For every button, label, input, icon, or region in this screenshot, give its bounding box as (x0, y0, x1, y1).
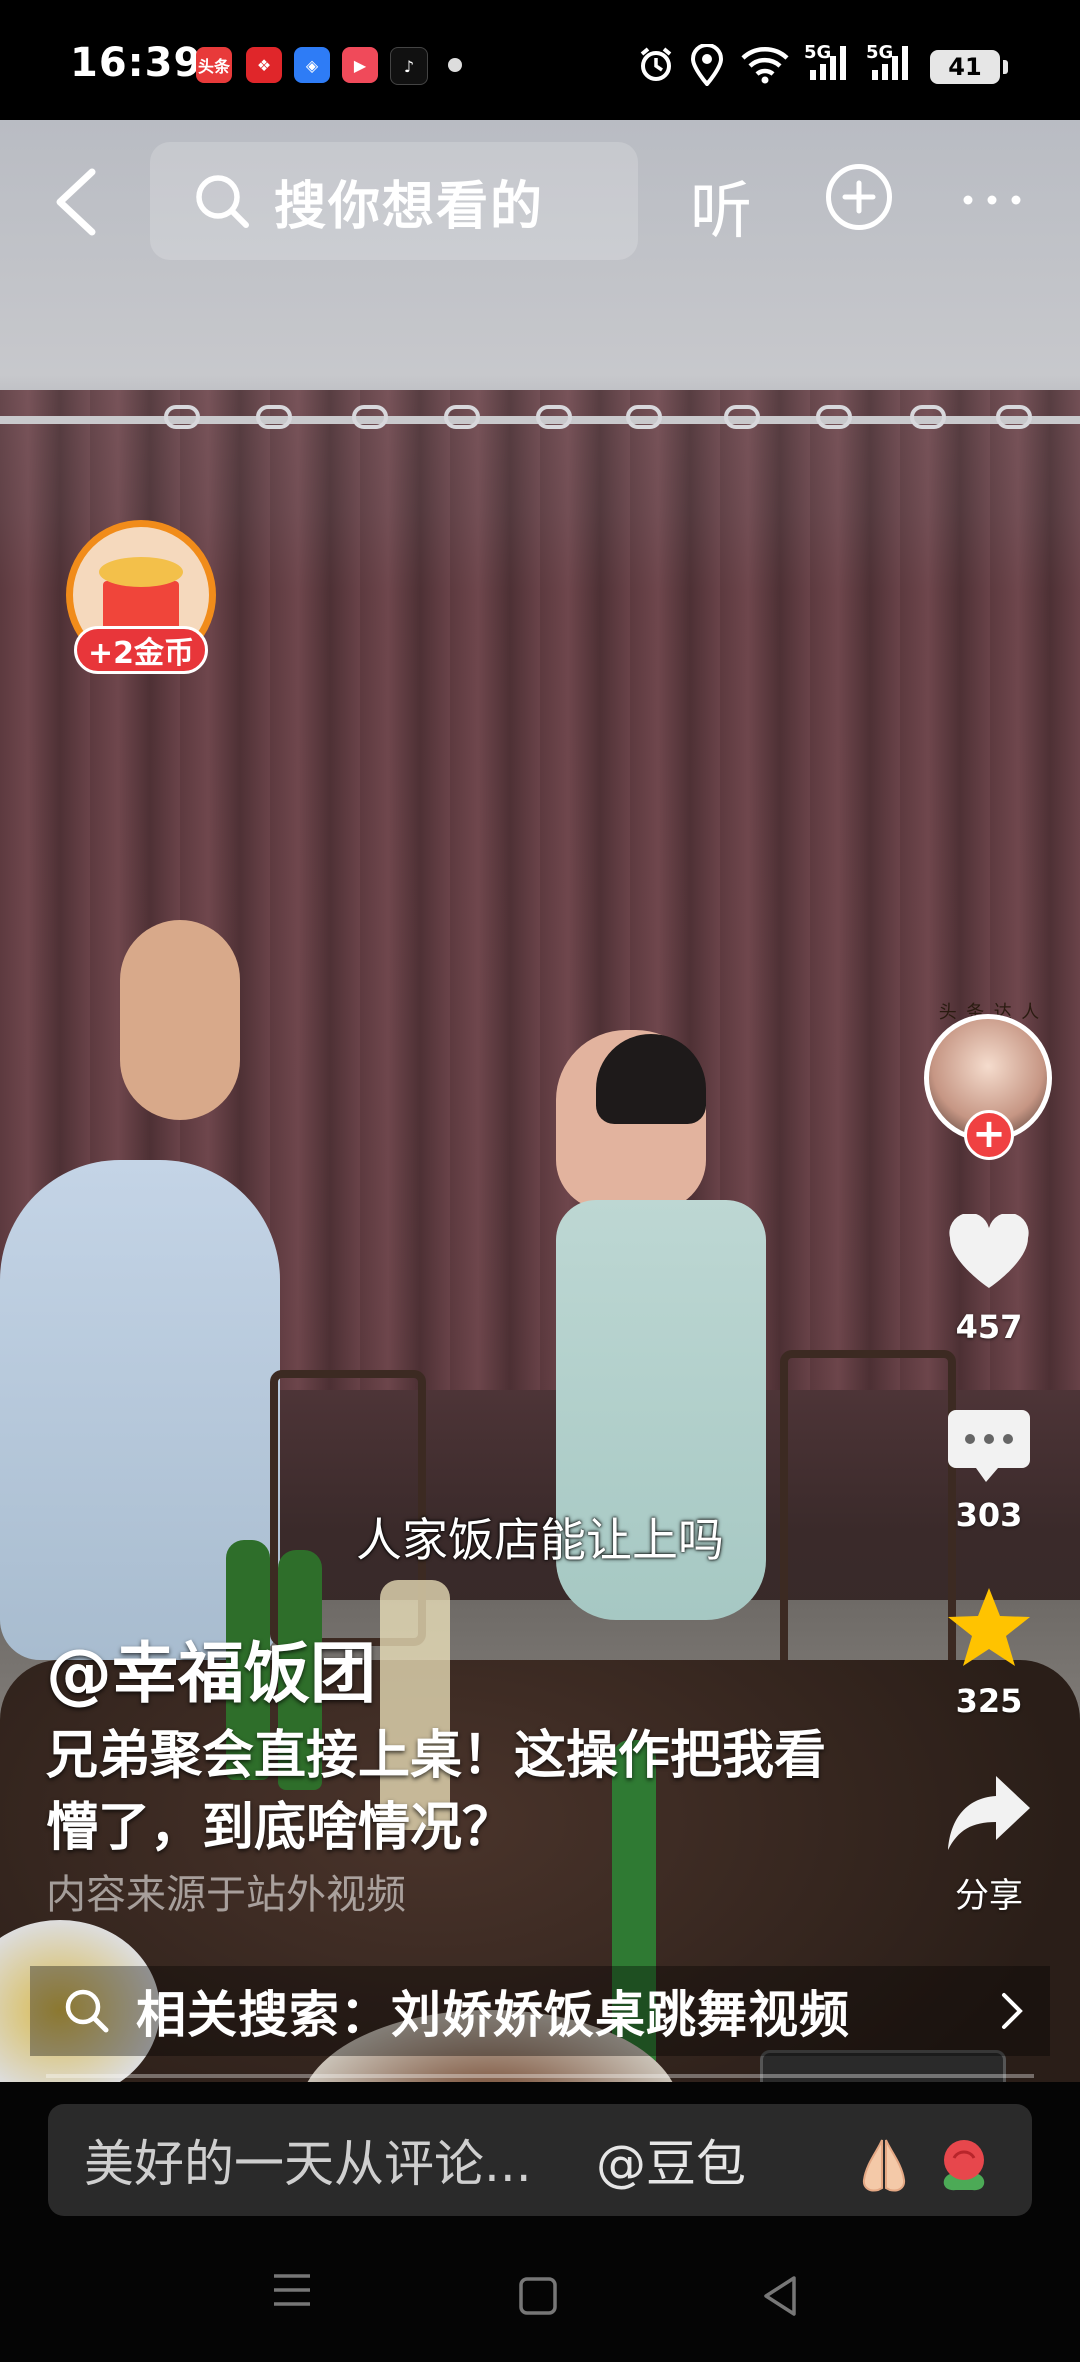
listen-button[interactable]: 听 (690, 160, 752, 250)
curtain-ring (816, 405, 852, 429)
battery-indicator: 41 (930, 50, 1008, 84)
toutiao-app-icon: 头条 (196, 47, 232, 83)
follow-button[interactable]: + (964, 1110, 1014, 1160)
location-icon (690, 44, 724, 86)
back-nav-icon[interactable] (760, 2274, 800, 2318)
like-heart-icon[interactable] (946, 1214, 1032, 1292)
man-head (120, 920, 240, 1120)
like-count: 457 (955, 1308, 1023, 1346)
search-icon (65, 1989, 109, 2033)
comment-icon[interactable] (946, 1406, 1032, 1486)
knot-app-icon: ❖ (246, 47, 282, 83)
signal-1: 5G (804, 42, 858, 82)
curtain-ring (910, 405, 946, 429)
share-label[interactable]: 分享 (918, 1868, 1060, 1917)
wifi-icon (741, 47, 789, 84)
favorite-count: 325 (955, 1682, 1023, 1720)
coin-reward-badge[interactable]: +2金币 (74, 626, 208, 674)
share-arrow-icon[interactable] (944, 1770, 1034, 1854)
signal-2: 5G (866, 42, 920, 82)
gold-coins-icon (99, 557, 183, 587)
mention-doubao[interactable]: @豆包 (596, 2124, 746, 2196)
search-box[interactable]: 搜你想看的 (150, 142, 638, 260)
curtain-ring (626, 405, 662, 429)
video-description[interactable]: 兄弟聚会直接上桌！这操作把我看懵了，到底啥情况？ (46, 1720, 846, 1864)
curtain-ring (352, 405, 388, 429)
praying-hands-emoji-icon[interactable] (852, 2134, 916, 2198)
favorite-star-icon[interactable] (944, 1584, 1034, 1670)
source-note: 内容来源于站外视频 (46, 1872, 406, 1918)
menu-nav-icon[interactable] (270, 2270, 314, 2310)
notification-dot-icon (448, 58, 462, 72)
tiktok-app-icon: ♪ (390, 47, 428, 85)
curtain-ring (724, 405, 760, 429)
browser-app-icon: ◈ (294, 47, 330, 83)
home-nav-icon[interactable] (518, 2276, 558, 2316)
search-placeholder: 搜你想看的 (274, 176, 545, 237)
related-search-text: 相关搜索：刘娇娇饭桌跳舞视频 (136, 1986, 850, 2044)
more-icon[interactable] (962, 195, 1022, 205)
plus-icon (842, 180, 876, 214)
alarm-icon (640, 47, 672, 81)
status-time: 16:39 (70, 40, 203, 86)
chevron-right-icon (1002, 1993, 1023, 2029)
video-progress-bar[interactable] (46, 2074, 1034, 2078)
comment-placeholder: 美好的一天从评论... (84, 2135, 532, 2193)
search-icon (196, 175, 249, 228)
back-icon[interactable] (48, 162, 108, 242)
curtain-ring (444, 405, 480, 429)
curtain-ring (256, 405, 292, 429)
video-subtitle: 人家饭店能让上吗 (356, 1513, 724, 1567)
curtain-ring (996, 405, 1032, 429)
video-app-icon: ▶ (342, 47, 378, 83)
add-button[interactable] (826, 164, 892, 230)
author-name[interactable]: @幸福饭团 (46, 1620, 376, 1716)
curtain-ring (536, 405, 572, 429)
rose-emoji-icon[interactable] (932, 2134, 996, 2198)
related-search-bar[interactable]: 相关搜索：刘娇娇饭桌跳舞视频 (30, 1966, 1050, 2056)
curtain-ring (164, 405, 200, 429)
